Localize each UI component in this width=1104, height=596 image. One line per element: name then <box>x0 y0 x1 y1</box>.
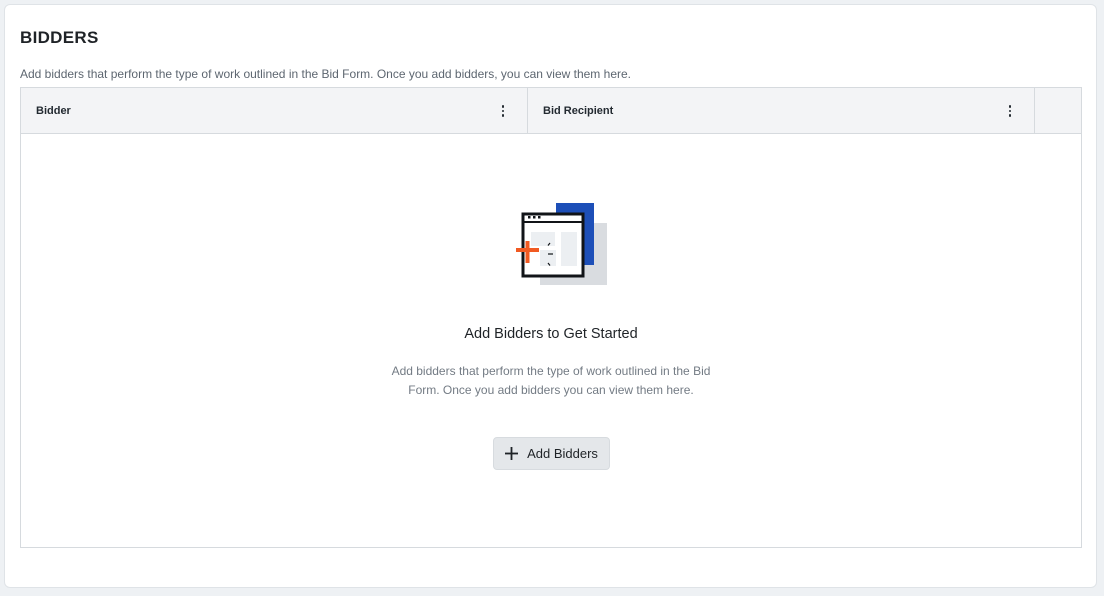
section-subtitle: Add bidders that perform the type of wor… <box>20 67 631 81</box>
add-bidders-button[interactable]: Add Bidders <box>493 437 610 470</box>
column-label-bidder: Bidder <box>36 104 71 117</box>
kebab-menu-icon[interactable] <box>497 102 509 120</box>
column-header-bid-recipient[interactable]: Bid Recipient <box>528 88 1035 133</box>
bidders-table: Bidder Bid Recipient Add Bidders to Get … <box>20 87 1082 548</box>
column-label-bid-recipient: Bid Recipient <box>543 104 614 117</box>
table-header: Bidder Bid Recipient <box>21 88 1081 134</box>
kebab-menu-icon[interactable] <box>1004 102 1016 120</box>
section-title: BIDDERS <box>20 28 99 47</box>
plus-icon <box>505 447 519 460</box>
empty-state-description: Add bidders that perform the type of wor… <box>391 364 711 397</box>
bidders-card: BIDDERS Add bidders that perform the typ… <box>4 4 1097 588</box>
empty-state-title: Add Bidders to Get Started <box>464 326 638 342</box>
column-header-bidder[interactable]: Bidder <box>21 88 528 133</box>
add-bidders-label: Add Bidders <box>527 446 598 461</box>
add-window-illustration-icon <box>516 203 607 285</box>
